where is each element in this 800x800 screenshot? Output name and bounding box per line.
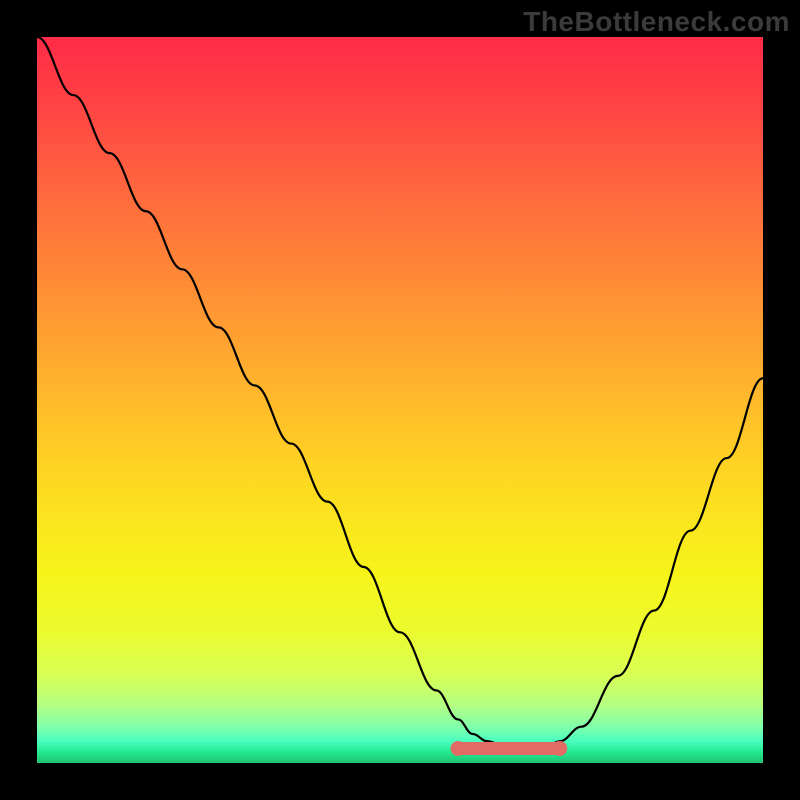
optimal-marker-left [451, 741, 466, 756]
bottleneck-curve [37, 37, 763, 748]
chart-svg [37, 37, 763, 763]
watermark-text: TheBottleneck.com [523, 6, 790, 38]
optimal-marker-right [552, 741, 567, 756]
plot-area [37, 37, 763, 763]
chart-canvas: TheBottleneck.com [0, 0, 800, 800]
